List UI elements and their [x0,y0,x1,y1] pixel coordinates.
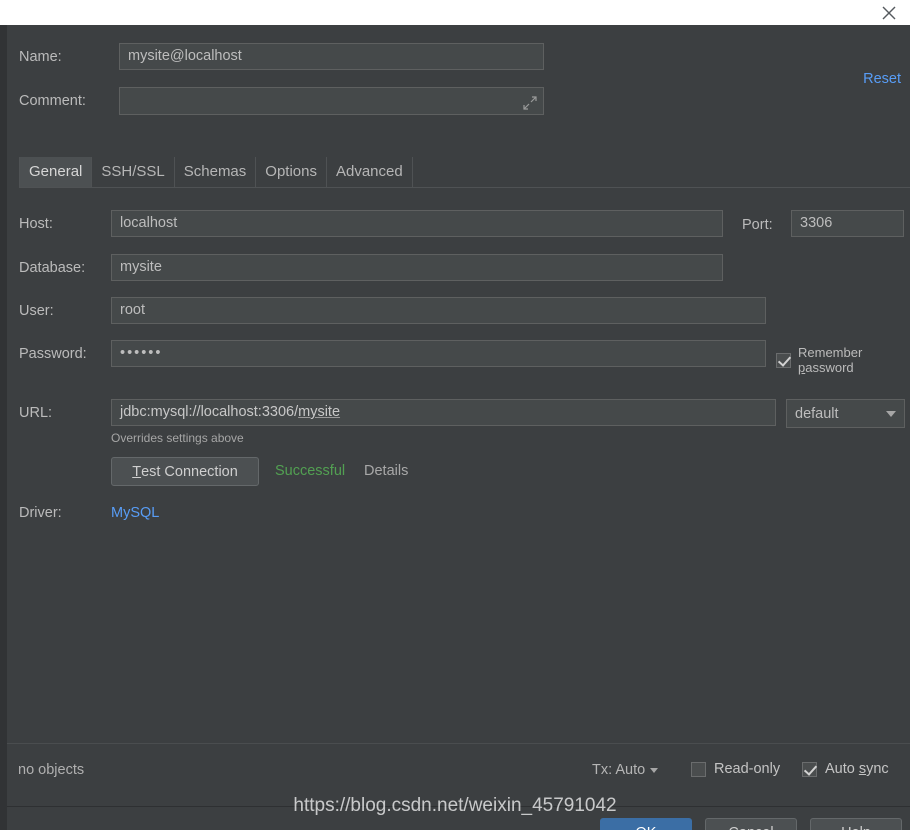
url-mode-value: default [795,405,839,422]
password-label: Password: [19,345,87,362]
dialog-button-bar: OK Cancel Help [7,808,910,830]
user-input[interactable]: root [111,297,766,324]
remember-password-label: Remember password [798,345,863,375]
driver-label: Driver: [19,505,62,521]
left-rail [0,25,7,830]
tab-bar: General SSH/SSL Schemas Options Advanced [19,155,910,188]
user-row: User: root [19,297,766,324]
tx-mode-label: Tx: Auto [592,762,646,778]
name-input[interactable]: mysite@localhost [119,43,544,70]
ok-button[interactable]: OK [600,818,692,830]
database-input[interactable]: mysite [111,254,723,281]
host-input[interactable]: localhost [111,210,723,237]
port-input[interactable]: 3306 [791,210,904,237]
test-connection-button[interactable]: Test Connection [111,457,259,486]
host-label: Host: [19,215,53,232]
status-bar: no objects Tx: Auto Read-only Auto sync [7,743,910,807]
tx-mode-dropdown[interactable]: Tx: Auto [592,762,659,778]
name-label: Name: [19,48,62,65]
url-value-database: mysite [298,404,341,420]
auto-sync-label: Auto sync [825,761,889,777]
url-row: URL: jdbc:mysql://localhost:3306/mysite [19,399,776,426]
tab-options[interactable]: Options [256,157,327,187]
database-label: Database: [19,259,86,276]
port-label: Port: [742,217,773,233]
test-connection-status: Successful [275,463,346,479]
overrides-note: Overrides settings above [111,431,244,445]
url-input[interactable]: jdbc:mysql://localhost:3306/mysite [111,399,776,426]
driver-row: Driver: MySQL [19,505,159,521]
checkmark-icon [776,352,791,368]
chevron-down-icon [886,410,896,417]
dialog-content: Name: mysite@localhost Reset Comment: Ge… [7,25,910,830]
tab-ssh-ssl[interactable]: SSH/SSL [92,157,175,187]
host-row: Host: localhost [19,210,723,237]
test-connection-details-link[interactable]: Details [364,463,408,479]
url-mode-dropdown[interactable]: default [786,399,905,428]
read-only-checkbox[interactable]: Read-only [691,761,780,777]
reset-link[interactable]: Reset [863,71,901,87]
remember-password-checkbox[interactable]: Remember password [776,345,910,375]
user-label: User: [19,302,54,319]
tab-schemas[interactable]: Schemas [175,157,257,187]
url-value-plain: jdbc:mysql://localhost:3306/ [120,404,299,420]
password-input[interactable]: •••••• [111,340,766,367]
checkmark-icon [802,761,817,777]
cancel-button[interactable]: Cancel [705,818,797,830]
url-label: URL: [19,404,53,421]
comment-input[interactable] [119,87,544,115]
auto-sync-checkbox[interactable]: Auto sync [802,761,889,777]
driver-link[interactable]: MySQL [111,505,159,521]
comment-row: Comment: [19,87,544,115]
objects-count-text: no objects [18,762,85,778]
comment-label: Comment: [19,93,86,109]
window-title-strip [0,0,910,25]
password-row: Password: •••••• [19,340,766,367]
help-button[interactable]: Help [810,818,902,830]
tab-advanced[interactable]: Advanced [327,157,413,187]
chevron-down-icon [650,767,659,773]
connection-settings-dialog: Name: mysite@localhost Reset Comment: Ge… [0,0,910,830]
dialog-body: Name: mysite@localhost Reset Comment: Ge… [0,25,910,830]
checkbox-box-icon [691,761,706,777]
close-icon[interactable] [874,0,904,25]
name-row: Name: mysite@localhost [19,43,544,70]
read-only-label: Read-only [714,761,781,777]
database-row: Database: mysite [19,254,723,281]
tab-general[interactable]: General [19,157,93,187]
expand-diagonal-icon[interactable] [523,94,537,110]
